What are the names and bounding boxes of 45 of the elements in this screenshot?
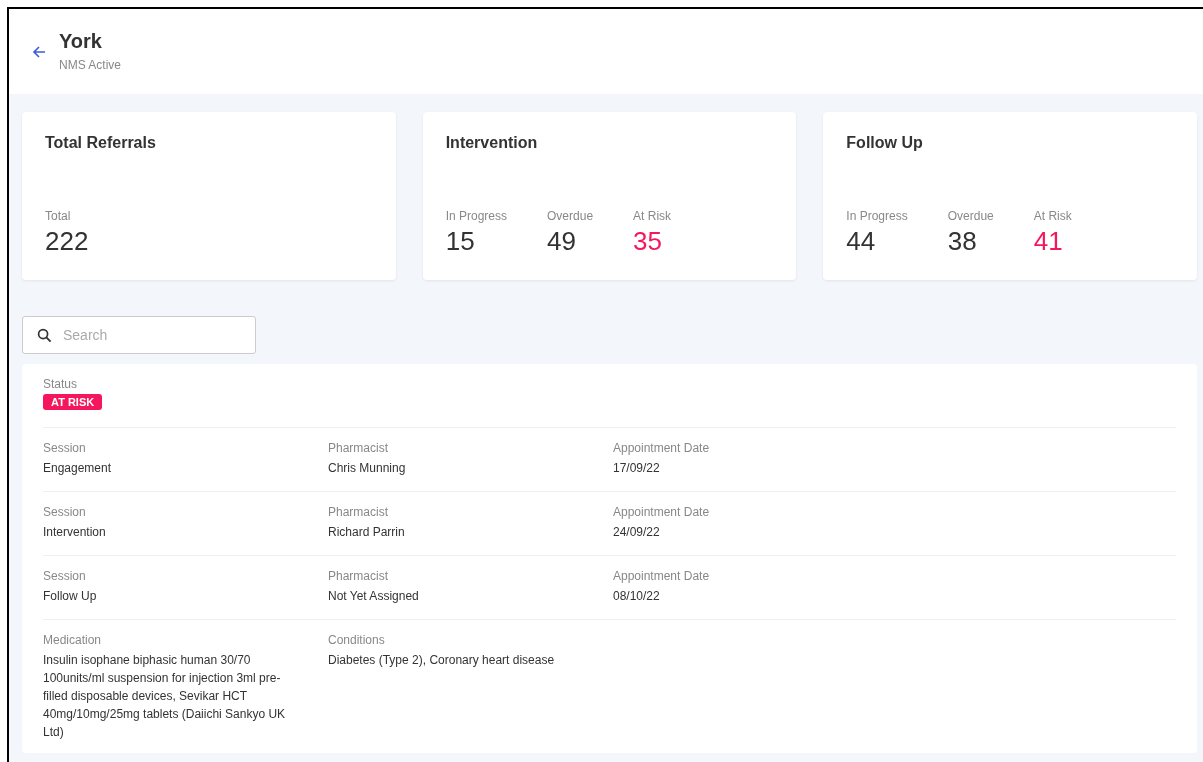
field-value: Intervention [43,524,107,541]
metric-label: Total [45,209,72,223]
field-label: Appointment Date [613,569,711,583]
page-subtitle: NMS Active [59,58,121,72]
field-value: 17/09/22 [613,460,661,477]
field-value: 24/09/22 [613,524,661,541]
field-value: Not Yet Assigned [328,588,420,605]
field-value: Insulin isophane biphasic human 30/70 100units/ml suspension for injection 3ml pre-filled disposable devices, Sevikar HCT 40mg/10mg/25mg tablets (Daiichi Sankyo UK Ltd) [43,652,287,741]
field-label: Appointment Date [613,441,711,455]
metric-value: 49 [547,226,577,257]
field-label: Pharmacist [328,441,390,455]
field-label: Pharmacist [328,569,390,583]
field-value: 08/10/22 [613,588,661,605]
field-label: Session [43,505,87,519]
card-title: Intervention [445,134,539,152]
metric-label: At Risk [633,209,672,223]
status-badge: AT RISK [43,394,103,410]
page-title: York [59,30,103,53]
metric-label: Overdue [547,209,594,223]
field-label: Status [43,377,79,391]
field-label: Appointment Date [613,505,711,519]
field-label: Conditions [328,633,386,647]
back-arrow-icon[interactable] [31,44,47,60]
metric-value: 15 [445,226,476,257]
field-value: Chris Munning [328,460,407,477]
metric-value: 38 [947,226,978,257]
field-label: Session [43,569,87,583]
field-value: Diabetes (Type 2), Coronary heart disease [328,652,556,669]
field-value: Richard Parrin [328,524,406,541]
field-value: Follow Up [43,588,98,605]
card-title: Follow Up [846,134,924,152]
metric-value: 35 [633,226,663,257]
field-label: Session [43,441,87,455]
metric-label: In Progress [846,209,908,223]
search-field[interactable]: Search [22,316,256,354]
card-title: Total Referrals [45,134,157,152]
field-label: Pharmacist [328,505,390,519]
metric-value: 44 [846,226,877,257]
metric-value: 222 [45,226,89,257]
metric-label: At Risk [1033,209,1072,223]
field-label: Medication [43,633,103,647]
metric-value: 41 [1033,226,1064,257]
metric-label: In Progress [445,209,508,223]
field-value: Engagement [43,460,113,477]
metric-label: Overdue [947,209,994,223]
